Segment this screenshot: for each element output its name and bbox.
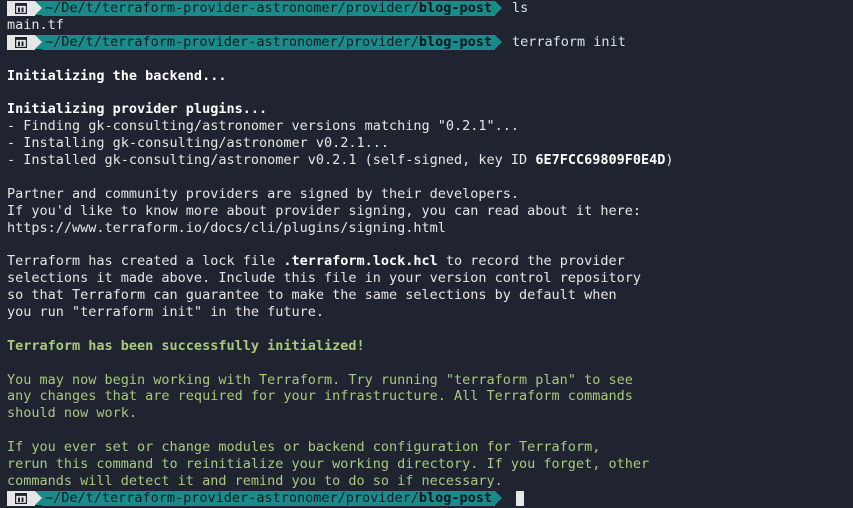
output-line: You may now begin working with Terraform…: [7, 371, 633, 388]
prompt-path-current: blog-post: [418, 33, 493, 50]
prompt-path: ~/De/t/terraform-provider-astronomer/pro…: [42, 489, 496, 506]
prompt-separator: [35, 1, 42, 16]
signing-docs-url[interactable]: https://www.terraform.io/docs/cli/plugin…: [7, 220, 846, 237]
output-line: you run "terraform init" in the future.: [7, 304, 324, 321]
output-line: selections it made above. Include this f…: [7, 270, 641, 287]
shell-prompt: ~/De/t/terraform-provider-astronomer/pro…: [7, 0, 846, 17]
shell-prompt: ~/De/t/terraform-provider-astronomer/pro…: [7, 490, 846, 507]
terminal-window[interactable]: ~/De/t/terraform-provider-astronomer/pro…: [0, 0, 853, 508]
prompt-separator: [495, 1, 503, 16]
terminal-app-icon: [7, 34, 35, 50]
prompt-separator: [495, 491, 503, 506]
text-cursor[interactable]: [516, 490, 525, 506]
output-line: rerun this command to reinitialize your …: [7, 456, 650, 473]
output-line: - Finding gk-consulting/astronomer versi…: [7, 118, 520, 135]
output-line: commands will detect it and remind you t…: [7, 472, 503, 489]
output-line: Terraform has created a lock file .terra…: [7, 253, 846, 270]
output-line: any changes that are required for your i…: [7, 388, 633, 405]
prompt-path-current: blog-post: [418, 489, 493, 506]
terminal-app-icon: [7, 0, 35, 16]
output-text: ): [665, 152, 674, 169]
output-heading: Initializing the backend...: [7, 67, 227, 84]
output-text: to record the provider: [437, 253, 625, 270]
command-text: ls: [512, 0, 529, 16]
output-line: Partner and community providers are sign…: [7, 185, 520, 202]
success-message: Terraform has been successfully initiali…: [7, 337, 365, 354]
output-text: Terraform has created a lock file: [7, 253, 284, 270]
output-line: main.tf: [7, 16, 64, 33]
prompt-path-prefix: ~/De/t/terraform-provider-astronomer/pro…: [45, 33, 419, 50]
output-line: If you'd like to know more about provide…: [7, 202, 641, 219]
command-text: terraform init: [512, 33, 626, 50]
terminal-app-icon: [7, 490, 35, 506]
prompt-path: ~/De/t/terraform-provider-astronomer/pro…: [42, 0, 496, 16]
prompt-separator: [495, 35, 503, 50]
output-line: If you ever set or change modules or bac…: [7, 439, 601, 456]
prompt-separator: [35, 491, 42, 506]
prompt-path-prefix: ~/De/t/terraform-provider-astronomer/pro…: [45, 0, 419, 16]
prompt-path-current: blog-post: [418, 0, 493, 16]
shell-prompt: ~/De/t/terraform-provider-astronomer/pro…: [7, 34, 846, 51]
output-line: so that Terraform can guarantee to make …: [7, 287, 617, 304]
output-text: - Installed gk-consulting/astronomer v0.…: [7, 152, 536, 169]
lock-file-name: .terraform.lock.hcl: [283, 253, 438, 270]
prompt-path: ~/De/t/terraform-provider-astronomer/pro…: [42, 33, 496, 50]
output-line: should now work.: [7, 405, 138, 422]
prompt-separator: [35, 35, 42, 50]
key-id: 6E7FCC69809F0E4D: [535, 152, 666, 169]
prompt-path-prefix: ~/De/t/terraform-provider-astronomer/pro…: [45, 489, 419, 506]
output-line: - Installed gk-consulting/astronomer v0.…: [7, 152, 846, 169]
output-heading: Initializing provider plugins...: [7, 101, 268, 118]
output-line: - Installing gk-consulting/astronomer v0…: [7, 135, 390, 152]
